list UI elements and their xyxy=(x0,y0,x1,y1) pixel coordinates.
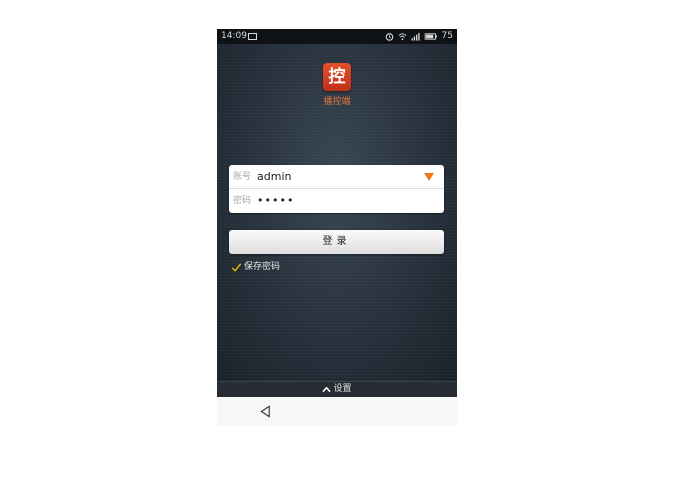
remember-password-checkbox[interactable]: 保存密码 xyxy=(231,260,280,274)
settings-bar[interactable]: 设置 xyxy=(217,381,457,397)
app-name: 播控端 xyxy=(323,97,351,107)
navigation-bar xyxy=(217,397,457,426)
battery-level: 75 xyxy=(441,31,453,41)
wifi-icon xyxy=(398,33,406,41)
login-form: 账号 admin 密码 ••••• xyxy=(229,165,444,213)
password-field[interactable]: 密码 ••••• xyxy=(229,189,444,213)
status-icons: 75 xyxy=(385,29,453,44)
remember-password-label: 保存密码 xyxy=(244,262,281,272)
image-icon xyxy=(248,33,257,40)
password-label: 密码 xyxy=(233,196,252,206)
password-input[interactable]: ••••• xyxy=(257,189,294,213)
account-field[interactable]: 账号 admin xyxy=(229,165,444,189)
login-screen: 控 播控端 账号 admin 密码 ••••• 登录 保存密码 xyxy=(217,44,457,381)
status-time: 14:09 xyxy=(221,31,247,41)
login-button[interactable]: 登录 xyxy=(229,230,444,254)
back-icon[interactable] xyxy=(259,405,272,418)
app-logo-icon: 控 xyxy=(323,63,351,91)
alarm-icon xyxy=(385,33,393,41)
chevron-up-icon xyxy=(322,386,332,393)
phone-screen: 14:09 75 控 播控端 账号 admin 密码 ••••• 登录 保存密码… xyxy=(217,29,457,426)
check-icon[interactable] xyxy=(231,262,242,273)
account-input[interactable]: admin xyxy=(257,165,291,189)
signal-icon xyxy=(410,32,420,41)
status-bar: 14:09 75 xyxy=(217,29,457,44)
settings-label: 设置 xyxy=(333,384,352,394)
dropdown-arrow-icon[interactable] xyxy=(424,173,434,181)
battery-icon xyxy=(424,33,437,40)
account-label: 账号 xyxy=(233,172,252,182)
